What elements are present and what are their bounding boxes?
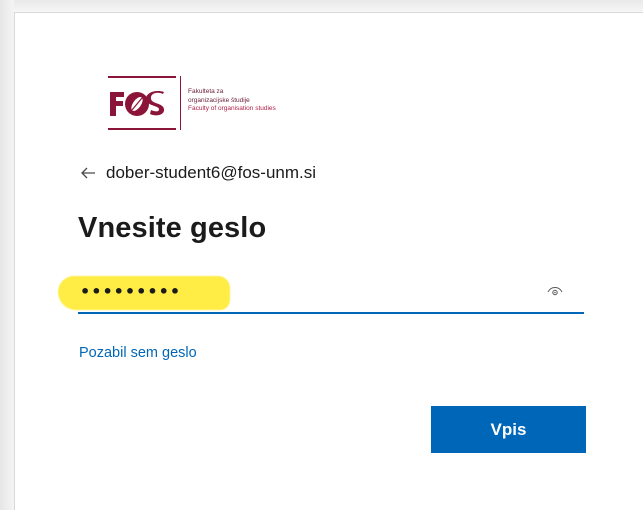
arrow-left-icon[interactable] [80,165,96,181]
window-shadow-top [0,0,643,12]
organization-logo: Fakulteta za organizacijske študije Facu… [108,76,328,132]
password-field[interactable]: ••••••••• [58,274,584,314]
password-masked-value[interactable]: ••••••••• [80,282,181,301]
window-shadow-left [0,0,14,510]
logo-line-2: organizacijske študije [188,96,250,104]
logo-rule-top [108,76,176,78]
fos-logo-mark [110,90,165,116]
logo-divider [180,76,181,130]
account-identity: dober-student6@fos-unm.si [80,163,316,183]
screenshot: Fakulteta za organizacijske študije Facu… [0,0,643,510]
account-email: dober-student6@fos-unm.si [106,163,317,182]
logo-line-1: Fakulteta za [188,88,224,95]
logo-line-3: Faculty of organisation studies [188,105,276,112]
logo-caption: Fakulteta za organizacijske študije Facu… [188,88,276,114]
password-underline [78,312,584,314]
logo-rule-bottom [108,128,176,130]
forgot-password-link[interactable]: Pozabil sem geslo [79,345,197,361]
sign-in-button[interactable]: Vpis [431,406,586,453]
eye-icon[interactable] [547,284,563,298]
page-title: Vnesite geslo [78,212,267,244]
